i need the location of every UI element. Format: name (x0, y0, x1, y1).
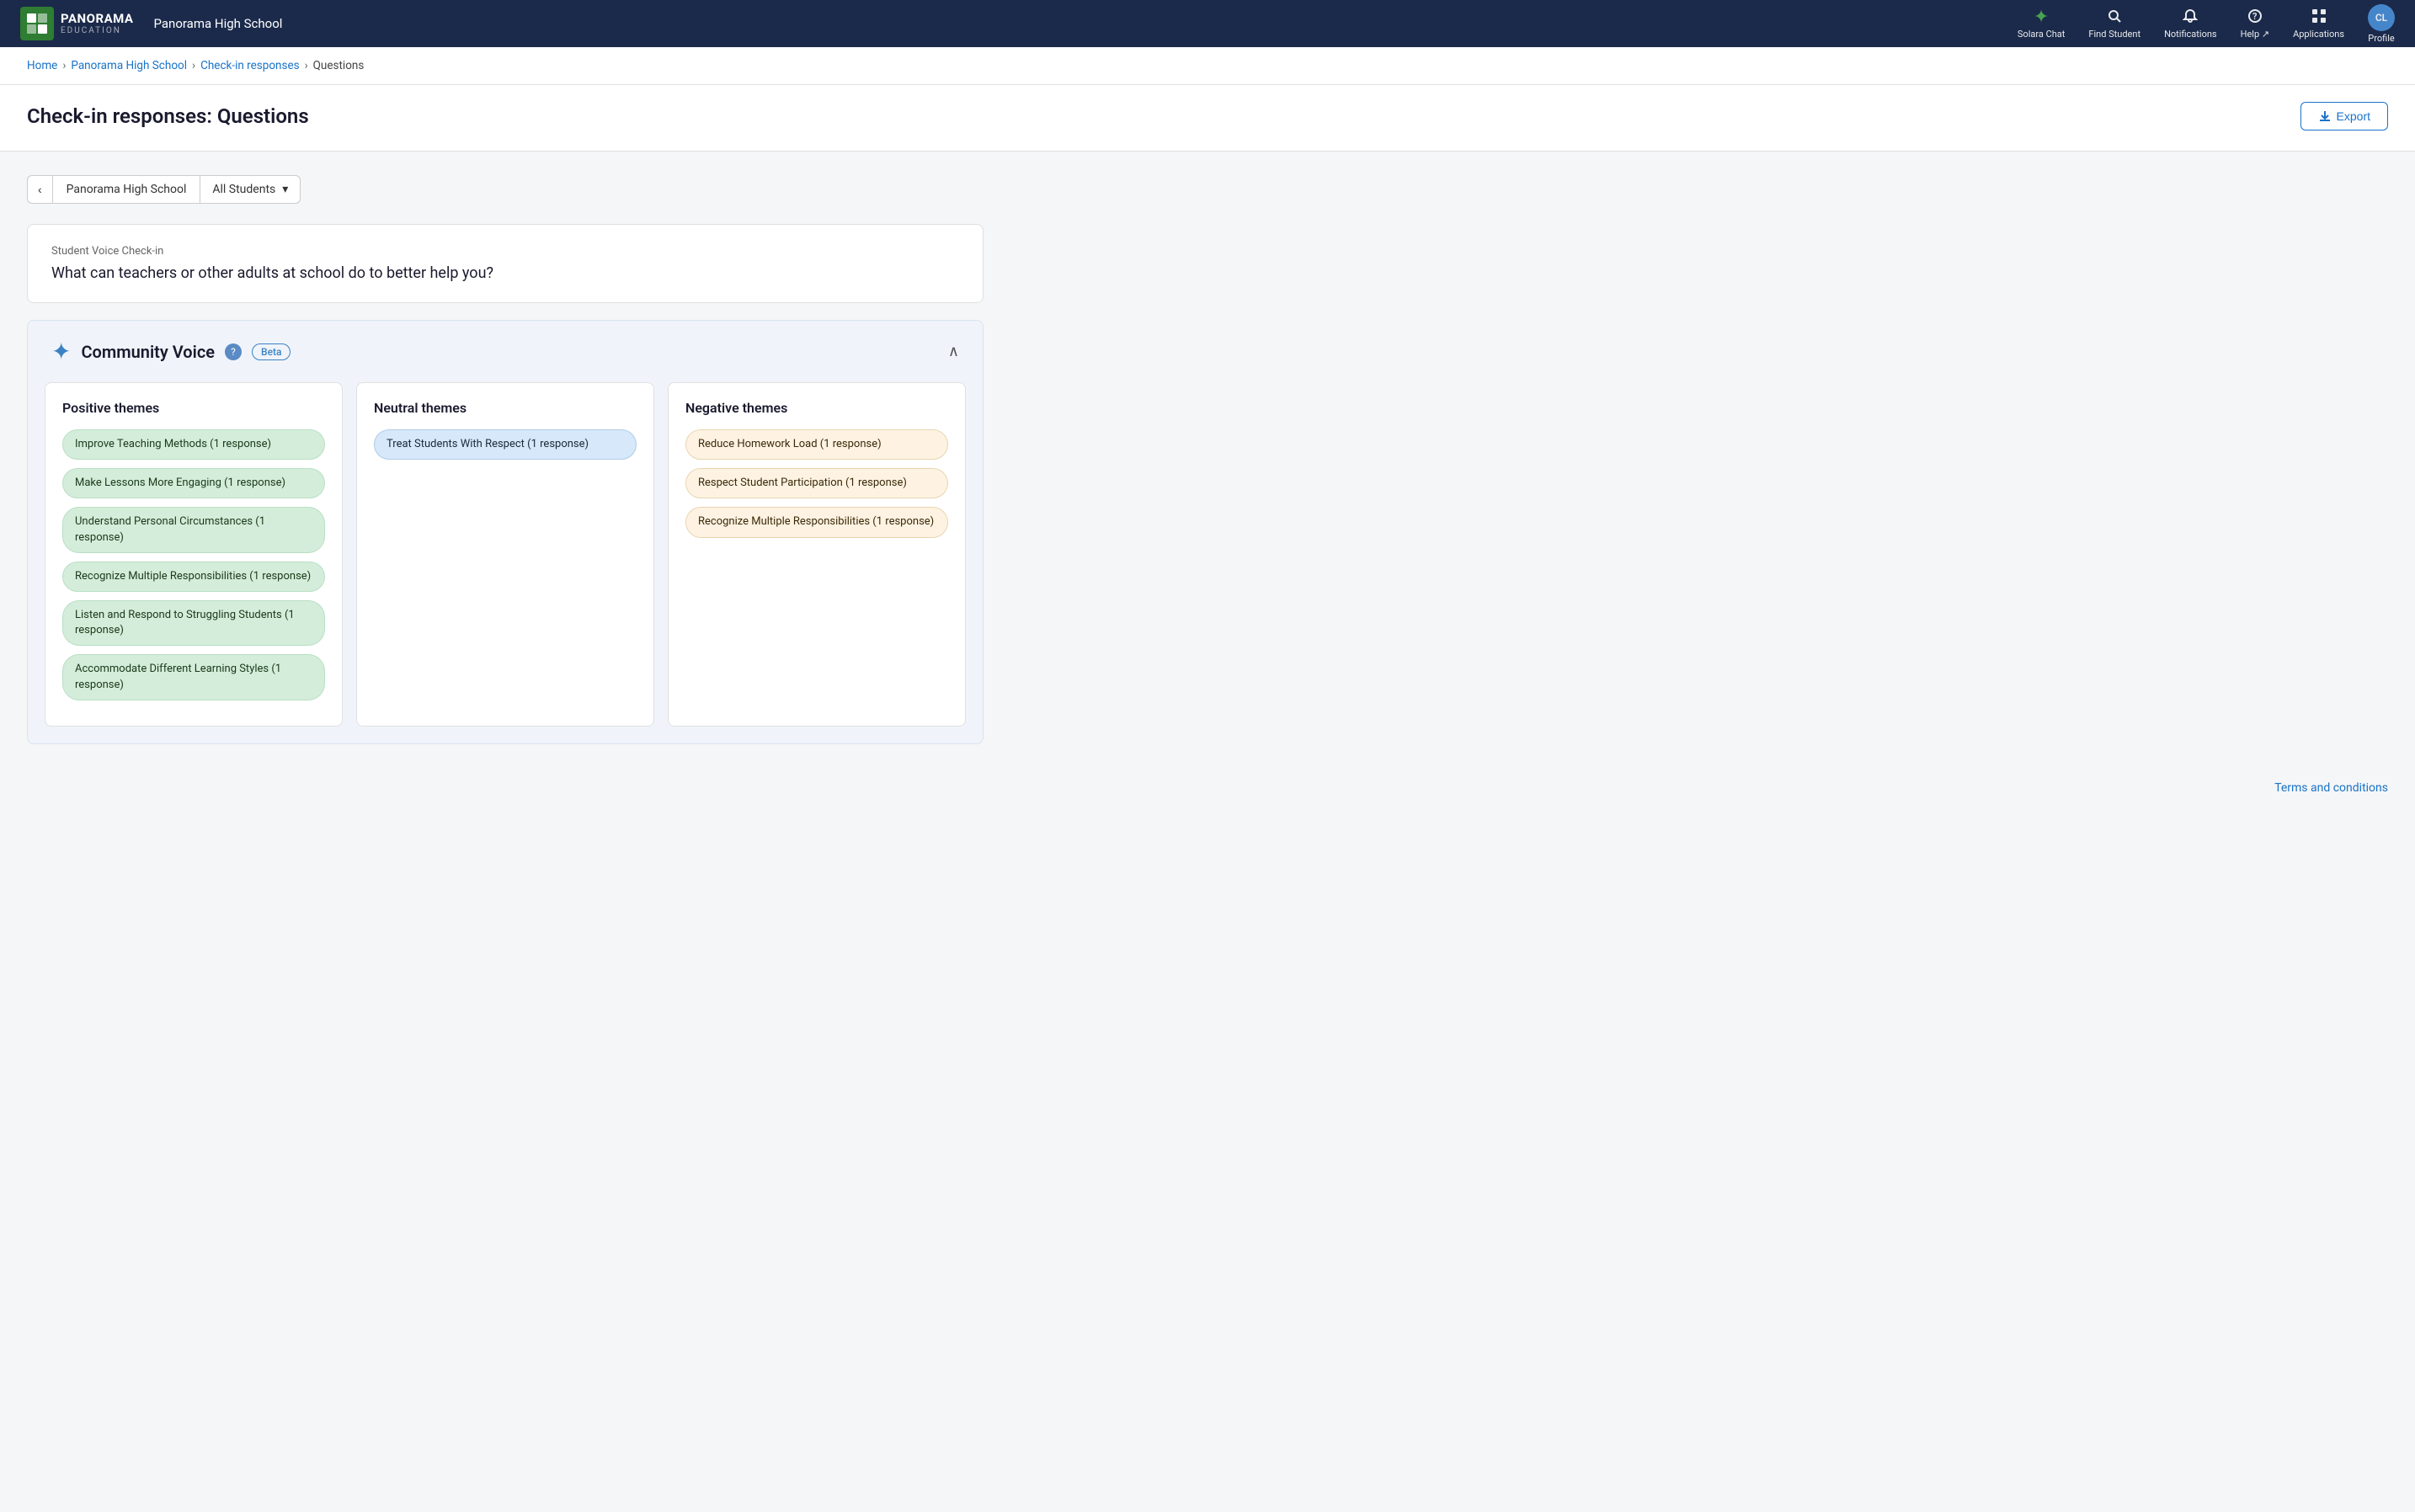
cv-title: Community Voice (81, 342, 215, 362)
theme-col-negative: Negative themes Reduce Homework Load (1 r… (668, 382, 966, 727)
avatar: CL (2368, 4, 2395, 31)
breadcrumb-section[interactable]: Check-in responses (200, 59, 300, 72)
theme-tag[interactable]: Accommodate Different Learning Styles (1… (62, 654, 325, 700)
navbar: PANORAMA EDUCATION Panorama High School … (0, 0, 2415, 47)
filter-school-label: Panorama High School (52, 175, 200, 204)
sparkle-icon: ✦ (51, 338, 71, 365)
terms-link[interactable]: Terms and conditions (2274, 781, 2388, 795)
search-icon (2107, 8, 2122, 27)
theme-tag[interactable]: Treat Students With Respect (1 response) (374, 429, 637, 460)
page-header: Check-in responses: Questions Export (0, 85, 2415, 152)
theme-col-title-neutral: Neutral themes (374, 400, 637, 416)
download-icon (2318, 109, 2332, 123)
brand-name: PANORAMA (61, 12, 134, 26)
star-icon: ✦ (2034, 8, 2049, 27)
theme-tag[interactable]: Understand Personal Circumstances (1 res… (62, 507, 325, 552)
nav-label-solara: Solara Chat (2018, 29, 2066, 40)
filter-bar: ‹ Panorama High School All Students ▾ (27, 175, 984, 204)
nav-item-profile[interactable]: CL Profile (2368, 4, 2395, 44)
theme-col-title-positive: Positive themes (62, 400, 325, 416)
navbar-right: ✦ Solara Chat Find Student Notifications (2018, 4, 2395, 44)
filter-back-button[interactable]: ‹ (27, 175, 52, 204)
filter-students-dropdown[interactable]: All Students ▾ (200, 175, 301, 204)
nav-item-find-student[interactable]: Find Student (2088, 8, 2140, 40)
nav-label-profile: Profile (2368, 33, 2394, 44)
breadcrumb-home[interactable]: Home (27, 59, 57, 72)
cv-header: ✦ Community Voice ? Beta ∧ (28, 321, 983, 382)
cv-help-icon[interactable]: ? (225, 343, 242, 360)
cv-collapse-button[interactable]: ∧ (948, 343, 959, 360)
nav-label-find: Find Student (2088, 29, 2140, 40)
export-label: Export (2337, 109, 2370, 123)
cv-header-left: ✦ Community Voice ? Beta (51, 338, 291, 365)
breadcrumb: Home › Panorama High School › Check-in r… (0, 47, 2415, 85)
sep3: › (305, 59, 308, 72)
cv-beta-badge: Beta (252, 343, 291, 360)
svg-text:?: ? (2252, 11, 2257, 22)
bell-icon (2183, 8, 2198, 27)
grid-icon (2311, 8, 2327, 27)
navbar-left: PANORAMA EDUCATION Panorama High School (20, 7, 282, 40)
breadcrumb-current: Questions (313, 59, 365, 72)
nav-item-notifications[interactable]: Notifications (2164, 8, 2217, 40)
page-title: Check-in responses: Questions (27, 104, 309, 128)
theme-col-positive: Positive themes Improve Teaching Methods … (45, 382, 343, 727)
nav-item-help[interactable]: ? Help ↗ (2241, 8, 2269, 40)
themes-grid: Positive themes Improve Teaching Methods … (28, 382, 983, 743)
brand-sub: EDUCATION (61, 26, 134, 35)
nav-label-help: Help ↗ (2241, 29, 2269, 40)
sep2: › (192, 59, 195, 72)
theme-col-neutral: Neutral themes Treat Students With Respec… (356, 382, 654, 727)
nav-item-solara[interactable]: ✦ Solara Chat (2018, 8, 2066, 40)
theme-tag[interactable]: Respect Student Participation (1 respons… (685, 468, 948, 498)
sep1: › (62, 59, 66, 72)
question-card: Student Voice Check-in What can teachers… (27, 224, 984, 303)
theme-tag[interactable]: Recognize Multiple Responsibilities (1 r… (62, 562, 325, 592)
nav-label-notifications: Notifications (2164, 29, 2217, 40)
nav-label-applications: Applications (2293, 29, 2344, 40)
theme-tag[interactable]: Recognize Multiple Responsibilities (1 r… (685, 507, 948, 537)
survey-label: Student Voice Check-in (51, 245, 959, 258)
chevron-up-icon: ∧ (948, 343, 959, 359)
theme-tag[interactable]: Listen and Respond to Struggling Student… (62, 600, 325, 646)
logo-box[interactable]: PANORAMA EDUCATION (20, 7, 134, 40)
theme-tag[interactable]: Improve Teaching Methods (1 response) (62, 429, 325, 460)
footer: Terms and conditions (0, 768, 2415, 808)
help-question-icon: ? (231, 346, 236, 358)
help-icon: ? (2247, 8, 2263, 27)
chevron-down-icon: ▾ (282, 183, 288, 196)
question-text: What can teachers or other adults at sch… (51, 264, 959, 282)
theme-tag[interactable]: Make Lessons More Engaging (1 response) (62, 468, 325, 498)
main-content: ‹ Panorama High School All Students ▾ St… (0, 152, 1010, 768)
export-button[interactable]: Export (2300, 102, 2388, 130)
nav-item-applications[interactable]: Applications (2293, 8, 2344, 40)
theme-tag[interactable]: Reduce Homework Load (1 response) (685, 429, 948, 460)
logo-text: PANORAMA EDUCATION (61, 12, 134, 35)
navbar-school-name: Panorama High School (154, 16, 283, 31)
breadcrumb-school[interactable]: Panorama High School (71, 59, 187, 72)
theme-col-title-negative: Negative themes (685, 400, 948, 416)
logo-icon (20, 7, 54, 40)
filter-dropdown-label: All Students (212, 183, 275, 196)
community-voice-card: ✦ Community Voice ? Beta ∧ Positive them… (27, 320, 984, 744)
